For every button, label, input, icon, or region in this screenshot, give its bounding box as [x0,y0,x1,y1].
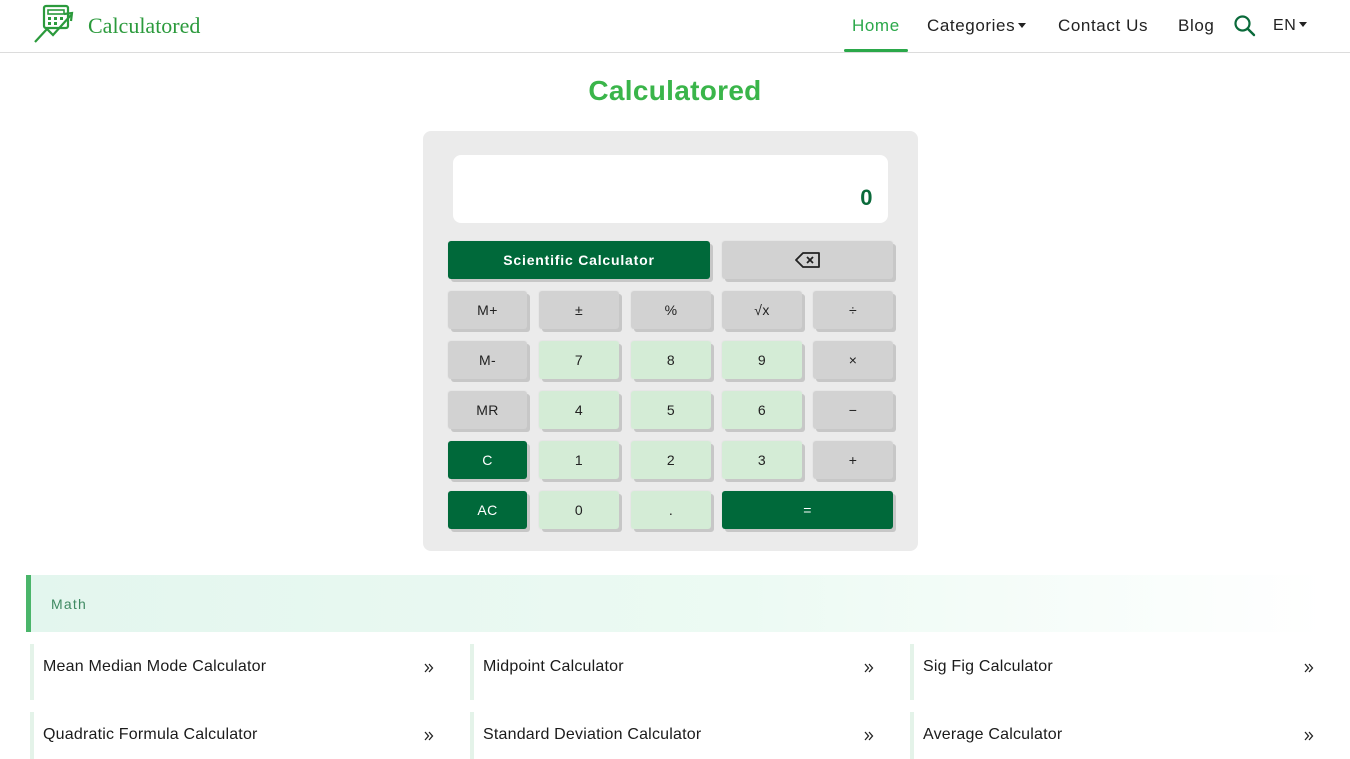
digit-6-button[interactable]: 6 [722,391,802,429]
link-label: Average Calculator [923,726,1063,743]
site-header: Calculatored Home Categories Contact Us … [0,0,1350,53]
link-midpoint-calculator[interactable]: Midpoint Calculator [470,644,880,700]
square-root-button[interactable]: √x [722,291,802,329]
link-label: Standard Deviation Calculator [483,726,702,743]
math-section-header: Math [26,575,1324,632]
memory-add-button[interactable]: M+ [448,291,527,329]
digit-7-button[interactable]: 7 [539,341,619,379]
digit-2-button[interactable]: 2 [631,441,711,479]
add-button[interactable]: + [813,441,893,479]
double-chevron-right-icon [864,663,874,673]
nav-home[interactable]: Home [844,0,908,52]
double-chevron-right-icon [1304,731,1314,741]
nav-contact[interactable]: Contact Us [1058,0,1148,52]
caret-down-icon [1018,23,1027,29]
plus-minus-button[interactable]: ± [539,291,619,329]
memory-subtract-button[interactable]: M- [448,341,527,379]
digit-8-button[interactable]: 8 [631,341,711,379]
double-chevron-right-icon [424,663,434,673]
equals-button[interactable]: = [722,491,893,529]
nav-categories[interactable]: Categories [927,0,1027,52]
digit-1-button[interactable]: 1 [539,441,619,479]
link-label: Sig Fig Calculator [923,658,1053,675]
logo-text: Calculatored [88,13,201,38]
link-sig-fig-calculator[interactable]: Sig Fig Calculator [910,644,1320,700]
calculator-display: 0 [453,155,888,223]
clear-button[interactable]: C [448,441,527,479]
backspace-button[interactable] [722,241,893,279]
digit-0-button[interactable]: 0 [539,491,619,529]
link-standard-deviation-calculator[interactable]: Standard Deviation Calculator [470,712,880,759]
all-clear-button[interactable]: AC [448,491,527,529]
link-label: Mean Median Mode Calculator [43,658,267,675]
calculator-logo-icon [34,4,74,43]
subtract-button[interactable]: − [813,391,893,429]
nav-blog[interactable]: Blog [1178,0,1214,52]
divide-button[interactable]: ÷ [813,291,893,329]
backspace-icon [794,252,820,268]
logo[interactable]: Calculatored [33,3,200,45]
link-label: Quadratic Formula Calculator [43,726,258,743]
link-mean-median-mode-calculator[interactable]: Mean Median Mode Calculator [30,644,440,700]
language-selector[interactable]: EN [1273,0,1308,52]
search-button[interactable] [1233,14,1257,38]
calculator: 0 Scientific Calculator M+ ± % √x ÷ M- 7… [423,131,918,551]
double-chevron-right-icon [864,731,874,741]
link-quadratic-formula-calculator[interactable]: Quadratic Formula Calculator [30,712,440,759]
link-label: Midpoint Calculator [483,658,624,675]
page-title: Calculatored [588,75,762,106]
double-chevron-right-icon [1304,663,1314,673]
search-icon [1234,15,1256,37]
display-value: 0 [860,185,873,210]
section-title: Math [51,596,87,612]
scientific-calculator-button[interactable]: Scientific Calculator [448,241,710,279]
double-chevron-right-icon [424,731,434,741]
language-label: EN [1273,17,1297,34]
digit-4-button[interactable]: 4 [539,391,619,429]
percent-button[interactable]: % [631,291,711,329]
multiply-button[interactable]: × [813,341,893,379]
memory-recall-button[interactable]: MR [448,391,527,429]
digit-3-button[interactable]: 3 [722,441,802,479]
digit-9-button[interactable]: 9 [722,341,802,379]
digit-5-button[interactable]: 5 [631,391,711,429]
nav-categories-label: Categories [927,16,1016,35]
decimal-button[interactable]: . [631,491,711,529]
link-average-calculator[interactable]: Average Calculator [910,712,1320,759]
caret-down-icon [1299,22,1308,28]
